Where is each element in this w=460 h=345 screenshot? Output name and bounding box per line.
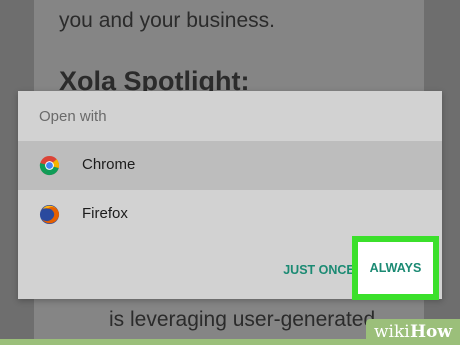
always-button[interactable]: ALWAYS xyxy=(358,242,433,294)
wikihow-logo: wiki How xyxy=(366,319,460,345)
app-label-chrome: Chrome xyxy=(82,156,136,173)
wikihow-logo-wiki: wiki xyxy=(374,322,410,342)
just-once-button[interactable]: JUST ONCE xyxy=(278,255,360,285)
app-label-firefox: Firefox xyxy=(82,205,128,222)
wikihow-logo-how: How xyxy=(410,322,453,342)
app-option-chrome[interactable]: Chrome xyxy=(18,141,442,190)
firefox-icon xyxy=(39,204,60,225)
always-button-highlight: ALWAYS xyxy=(352,236,439,300)
article-text-top: you and your business. xyxy=(59,9,275,32)
chrome-icon xyxy=(39,155,60,176)
article-text-bottom: is leveraging user-generated xyxy=(109,308,376,331)
dialog-title: Open with xyxy=(39,108,107,125)
app-option-firefox[interactable]: Firefox xyxy=(18,190,442,239)
